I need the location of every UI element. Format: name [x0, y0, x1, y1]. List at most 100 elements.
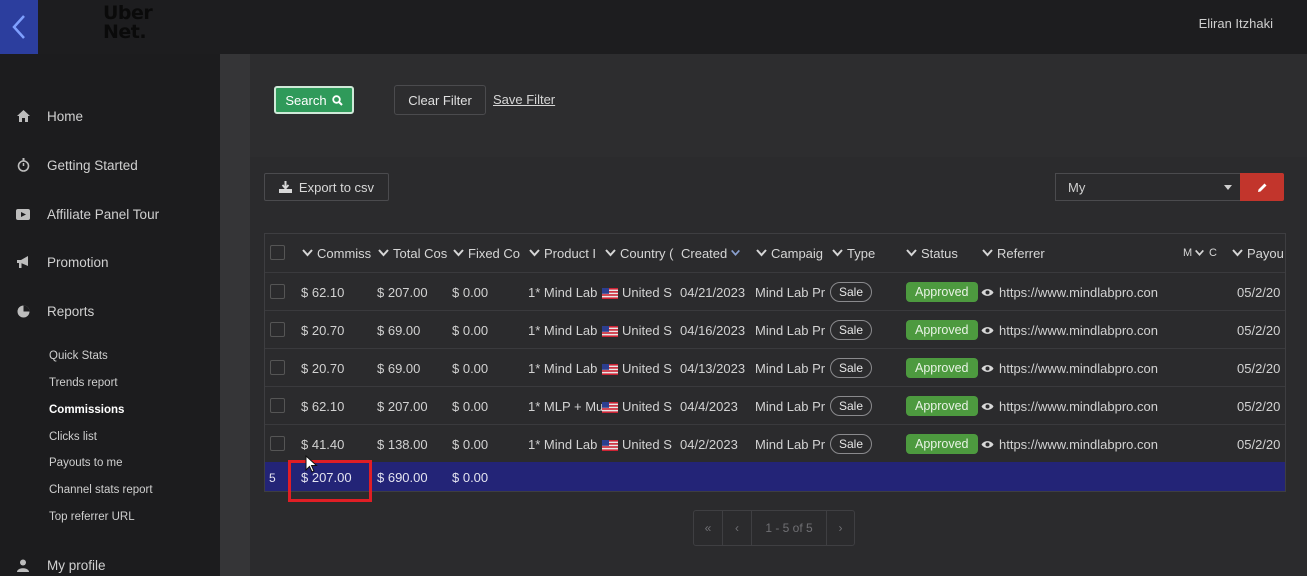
table-row[interactable]: $ 20.70 $ 69.00 $ 0.00 1* Mind Lab United S0…	[265, 310, 1285, 349]
cell-referrer[interactable]: https://www.mindlabpro.con	[981, 387, 1181, 425]
cell-product: 1* MLP + Mu	[528, 398, 602, 414]
column-header-created[interactable]: Created	[681, 234, 753, 272]
eye-icon	[981, 285, 999, 300]
search-button[interactable]: Search	[274, 86, 354, 114]
column-header-total-cost[interactable]: Total Cos	[377, 234, 449, 272]
column-header-country[interactable]: Country (	[604, 234, 678, 272]
table-row[interactable]: $ 62.10 $ 207.00 $ 0.00 1* MLP + Mu United S…	[265, 386, 1285, 425]
table-row[interactable]: $ 41.40 $ 138.00 $ 0.00 1* Mind Lab United S…	[265, 424, 1285, 463]
cell-referrer[interactable]: https://www.mindlabpro.con	[981, 349, 1181, 387]
sidebar-subitem-channel-stats-report[interactable]: Channel stats report	[49, 484, 153, 496]
cell-status: Approved	[906, 311, 980, 349]
column-header-status[interactable]: Status	[905, 234, 981, 272]
pagination-next-button[interactable]: ›	[827, 511, 854, 545]
filter-panel: Search Clear Filter Save Filter	[250, 54, 1307, 157]
sidebar: Home Getting Started Affiliate Panel Tou…	[0, 54, 220, 576]
sidebar-toggle-button[interactable]	[0, 0, 38, 54]
pagination: « ‹ 1 - 5 of 5 ›	[693, 510, 855, 546]
sidebar-subitem-payouts-to-me[interactable]: Payouts to me	[49, 457, 123, 469]
sidebar-item-my-profile[interactable]: My profile	[0, 552, 220, 576]
column-header-campaign[interactable]: Campaig	[755, 234, 829, 272]
cell-referrer[interactable]: https://www.mindlabpro.con	[981, 311, 1181, 349]
chevron-down-icon	[1232, 249, 1243, 257]
select-all-checkbox[interactable]	[270, 245, 285, 260]
cell-payout: 05/2/20	[1237, 360, 1281, 376]
sidebar-item-home[interactable]: Home	[0, 103, 220, 129]
user-name[interactable]: Eliran Itzhaki	[1199, 16, 1273, 31]
sidebar-item-promotion[interactable]: Promotion	[0, 249, 220, 275]
cell-referrer[interactable]: https://www.mindlabpro.con	[981, 273, 1181, 311]
column-header-referrer[interactable]: Referrer	[981, 234, 1181, 272]
us-flag-icon	[602, 285, 622, 300]
eye-icon	[981, 361, 999, 376]
logo-line-2: Net.	[103, 21, 147, 43]
sidebar-subitem-trends-report[interactable]: Trends report	[49, 377, 118, 389]
cell-country: United S	[602, 311, 680, 349]
saved-view-value: My	[1068, 179, 1086, 195]
export-csv-button[interactable]: Export to csv	[264, 173, 389, 201]
row-checkbox[interactable]	[270, 398, 285, 413]
save-filter-link[interactable]: Save Filter	[493, 92, 555, 107]
row-checkbox[interactable]	[270, 436, 285, 451]
type-badge: Sale	[830, 320, 873, 340]
column-header-payout[interactable]: Payou	[1231, 234, 1285, 272]
sidebar-subitem-quick-stats[interactable]: Quick Stats	[49, 350, 108, 362]
column-header-type[interactable]: Type	[831, 234, 901, 272]
status-badge: Approved	[906, 320, 978, 340]
chevron-down-icon	[731, 249, 741, 256]
totals-total-cost: $ 690.00	[377, 470, 428, 485]
download-icon	[278, 181, 292, 193]
cell-status: Approved	[906, 349, 980, 387]
status-badge: Approved	[906, 358, 978, 378]
cell-country: United S	[602, 273, 680, 311]
table-header-row: Commiss Total Cos Fixed Co Product I Cou…	[265, 234, 1285, 272]
edit-view-button[interactable]	[1240, 173, 1284, 201]
row-checkbox[interactable]	[270, 284, 285, 299]
status-badge: Approved	[906, 396, 978, 416]
cell-commission: $ 62.10	[301, 284, 345, 300]
logo[interactable]: Uber Net.	[103, 4, 153, 43]
type-badge: Sale	[830, 282, 873, 302]
sidebar-item-getting-started[interactable]: Getting Started	[0, 152, 220, 178]
chevron-down-icon	[756, 249, 767, 257]
table-row[interactable]: $ 62.10 $ 207.00 $ 0.00 1* Mind Lab United S…	[265, 272, 1285, 311]
column-header-m[interactable]: M	[1183, 234, 1209, 272]
mouse-cursor-icon	[305, 455, 318, 473]
row-checkbox[interactable]	[270, 322, 285, 337]
pencil-icon	[1257, 183, 1266, 192]
sidebar-item-reports[interactable]: Reports	[0, 298, 220, 324]
sidebar-subitem-commissions[interactable]: Commissions	[49, 404, 124, 416]
cell-commission: $ 20.70	[301, 360, 345, 376]
cell-product: 1* Mind Lab	[528, 360, 598, 376]
type-badge: Sale	[830, 396, 873, 416]
sidebar-item-label: Promotion	[47, 254, 109, 270]
column-header-commission[interactable]: Commiss	[301, 234, 373, 272]
cell-total-cost: $ 69.00	[377, 322, 421, 338]
stopwatch-icon	[15, 157, 31, 173]
pagination-prev-button[interactable]: ‹	[723, 511, 752, 545]
us-flag-icon	[602, 399, 622, 414]
clear-filter-button[interactable]: Clear Filter	[394, 85, 486, 115]
sidebar-item-affiliate-panel-tour[interactable]: Affiliate Panel Tour	[0, 201, 220, 227]
cell-fixed-cost: $ 0.00	[452, 436, 489, 452]
sidebar-subitem-clicks-list[interactable]: Clicks list	[49, 431, 97, 443]
row-checkbox[interactable]	[270, 360, 285, 375]
sidebar-subitem-top-referrer-url[interactable]: Top referrer URL	[49, 511, 135, 523]
cell-country: United S	[602, 349, 680, 387]
column-header-fixed-cost[interactable]: Fixed Co	[452, 234, 524, 272]
pagination-first-button[interactable]: «	[694, 511, 723, 545]
table-row[interactable]: $ 20.70 $ 69.00 $ 0.00 1* Mind Lab United S0…	[265, 348, 1285, 387]
cell-created: 04/2/2023	[680, 436, 738, 452]
cell-referrer[interactable]: https://www.mindlabpro.con	[981, 425, 1181, 463]
cell-campaign: Mind Lab Pr	[755, 398, 826, 414]
cell-payout: 05/2/20	[1237, 322, 1281, 338]
cell-type: Sale	[830, 273, 900, 311]
column-header-product[interactable]: Product I	[528, 234, 604, 272]
chevron-down-icon	[906, 249, 917, 257]
saved-view-select[interactable]: My	[1055, 173, 1240, 201]
column-header-c[interactable]: C	[1209, 234, 1231, 272]
commissions-grid: Commiss Total Cos Fixed Co Product I Cou…	[264, 233, 1286, 492]
cell-product: 1* Mind Lab	[528, 322, 598, 338]
cell-country: United S	[602, 425, 680, 463]
cell-country: United S	[602, 387, 680, 425]
